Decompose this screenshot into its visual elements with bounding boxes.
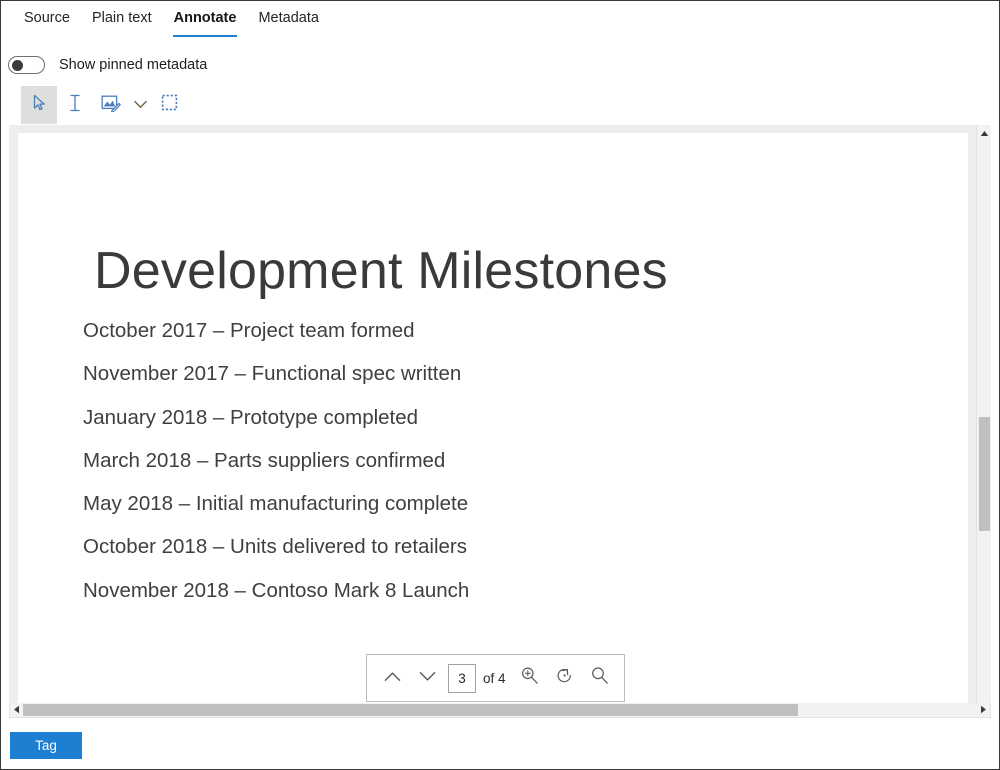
tag-button[interactable]: Tag	[10, 732, 82, 759]
tab-label: Plain text	[92, 10, 152, 26]
horizontal-scrollbar[interactable]	[9, 703, 991, 718]
vertical-scroll-thumb[interactable]	[979, 417, 990, 531]
document-page[interactable]: Development Milestones October 2017 – Pr…	[18, 133, 968, 703]
active-tab-underline	[173, 35, 238, 38]
list-item: November 2018 – Contoso Mark 8 Launch	[83, 569, 683, 612]
scroll-up-button[interactable]	[977, 125, 991, 140]
list-item: March 2018 – Parts suppliers confirmed	[83, 439, 683, 482]
show-pinned-metadata-toggle[interactable]	[8, 56, 45, 74]
list-item: October 2018 – Units delivered to retail…	[83, 525, 683, 568]
page-navigation-toolbar: of 4	[366, 654, 625, 702]
tab-label: Source	[24, 10, 70, 26]
show-pinned-metadata-row: Show pinned metadata	[1, 51, 207, 79]
list-item: May 2018 – Initial manufacturing complet…	[83, 482, 683, 525]
rotate-button[interactable]	[547, 655, 582, 701]
text-cursor-icon	[68, 94, 82, 117]
tab-source[interactable]: Source	[13, 1, 81, 28]
annotation-tool-dropdown[interactable]	[129, 86, 151, 124]
tab-metadata[interactable]: Metadata	[247, 1, 329, 28]
slide-bullet-list: October 2017 – Project team formed Novem…	[83, 309, 683, 612]
region-select-tool[interactable]	[151, 86, 187, 124]
tab-label: Annotate	[174, 10, 237, 26]
list-item: January 2018 – Prototype completed	[83, 396, 683, 439]
vertical-scrollbar[interactable]	[976, 125, 991, 703]
search-button[interactable]	[582, 655, 617, 701]
document-viewer: Development Milestones October 2017 – Pr…	[9, 125, 991, 703]
zoom-in-icon	[520, 666, 539, 690]
pointer-icon	[31, 94, 48, 117]
rotate-icon	[555, 666, 574, 690]
show-pinned-metadata-label: Show pinned metadata	[59, 57, 207, 73]
list-item: October 2017 – Project team formed	[83, 309, 683, 352]
image-annotation-tool[interactable]	[93, 86, 129, 124]
annotation-toolbar	[21, 86, 187, 124]
scroll-right-button[interactable]	[977, 703, 990, 716]
tab-plain-text[interactable]: Plain text	[81, 1, 163, 28]
select-pointer-tool[interactable]	[21, 86, 57, 124]
chevron-up-icon	[384, 669, 401, 687]
toggle-knob	[12, 60, 23, 71]
scroll-left-button[interactable]	[10, 703, 23, 716]
annotate-viewer-window: Source Plain text Annotate Metadata Show…	[0, 0, 1000, 770]
chevron-down-icon	[134, 96, 147, 114]
horizontal-scroll-thumb[interactable]	[23, 704, 798, 716]
text-annotation-tool[interactable]	[57, 86, 93, 124]
search-icon	[590, 666, 609, 690]
triangle-left-icon	[13, 701, 20, 719]
page-number-input[interactable]	[448, 664, 476, 693]
page-count-label: of 4	[483, 671, 506, 686]
list-item: November 2017 – Functional spec written	[83, 352, 683, 395]
triangle-up-icon	[980, 124, 989, 142]
tab-strip: Source Plain text Annotate Metadata	[1, 1, 999, 41]
image-edit-icon	[101, 94, 121, 117]
zoom-in-button[interactable]	[512, 655, 547, 701]
chevron-down-icon	[419, 669, 436, 687]
dashed-rectangle-icon	[161, 94, 178, 116]
previous-page-button[interactable]	[375, 655, 410, 701]
tab-label: Metadata	[258, 10, 318, 26]
triangle-right-icon	[980, 701, 987, 719]
slide-title: Development Milestones	[94, 241, 668, 301]
next-page-button[interactable]	[410, 655, 445, 701]
tab-annotate[interactable]: Annotate	[163, 1, 248, 28]
